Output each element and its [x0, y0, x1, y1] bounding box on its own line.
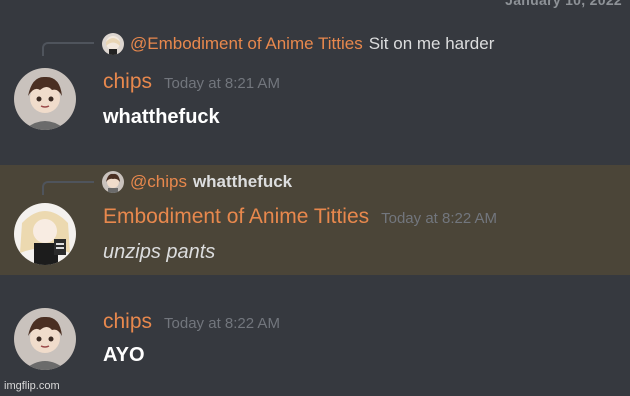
- reply-avatar-icon: [102, 171, 124, 193]
- username[interactable]: chips: [103, 70, 152, 94]
- user-avatar[interactable]: [14, 203, 76, 265]
- message-item: @Embodiment of Anime Titties Sit on me h…: [0, 30, 630, 140]
- message-header: Embodiment of Anime Titties Today at 8:2…: [103, 205, 497, 233]
- timestamp: Today at 8:22 AM: [164, 315, 280, 332]
- message-content: AYO: [103, 344, 145, 366]
- message-header: chips Today at 8:22 AM: [103, 310, 280, 338]
- reply-preview[interactable]: @Embodiment of Anime Titties Sit on me h…: [102, 33, 494, 55]
- timestamp: Today at 8:21 AM: [164, 75, 280, 92]
- reply-mention[interactable]: @chips: [130, 172, 187, 192]
- message-content: whatthefuck: [103, 106, 220, 128]
- date-divider: January 10, 2022: [505, 0, 622, 8]
- message-item-highlighted: @chips whatthefuck Embodiment of Anime T…: [0, 165, 630, 275]
- reply-text: whatthefuck: [192, 172, 293, 191]
- message-item: chips Today at 8:22 AM AYO: [0, 290, 630, 390]
- message-content: unzips pants: [103, 241, 216, 263]
- message-header: chips Today at 8:21 AM: [103, 70, 280, 98]
- reply-text: Sit on me harder: [368, 34, 495, 53]
- reply-avatar-icon: [102, 33, 124, 55]
- reply-preview[interactable]: @chips whatthefuck: [102, 171, 292, 193]
- reply-connector: [42, 42, 94, 56]
- watermark: imgflip.com: [4, 380, 60, 392]
- user-avatar[interactable]: [14, 308, 76, 370]
- username[interactable]: Embodiment of Anime Titties: [103, 205, 369, 229]
- reply-mention[interactable]: @Embodiment of Anime Titties: [130, 34, 363, 54]
- timestamp: Today at 8:22 AM: [381, 210, 498, 227]
- reply-connector: [42, 181, 94, 195]
- username[interactable]: chips: [103, 310, 152, 334]
- user-avatar[interactable]: [14, 68, 76, 130]
